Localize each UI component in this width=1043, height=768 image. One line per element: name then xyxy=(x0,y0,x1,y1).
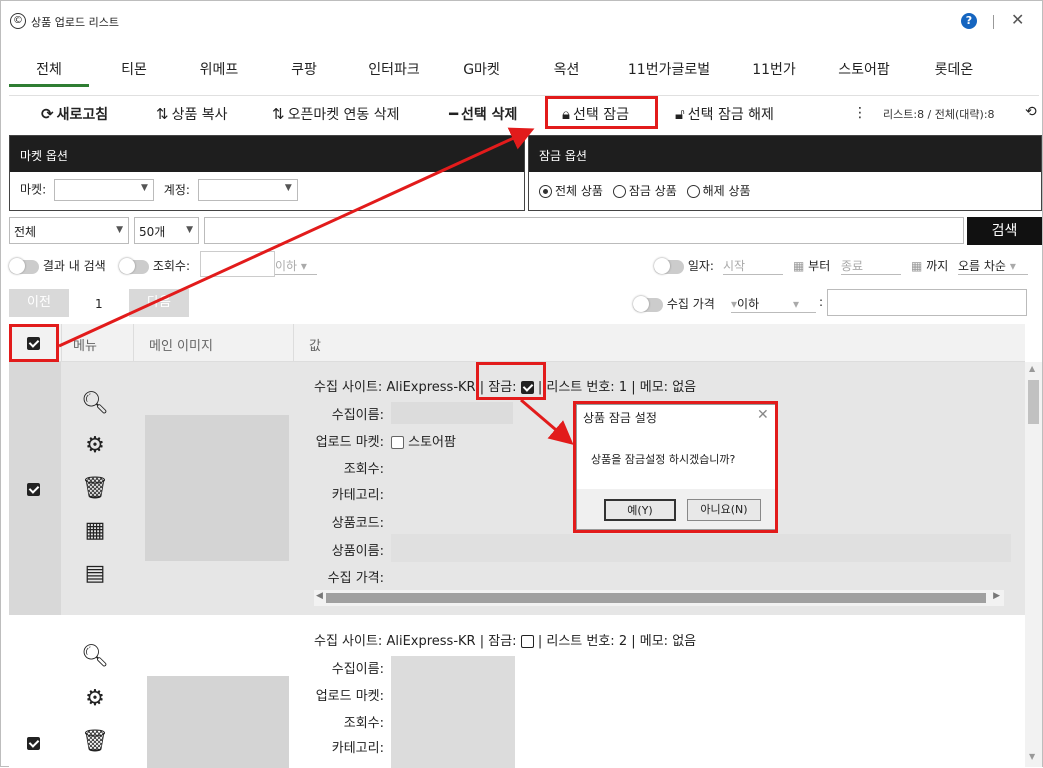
annotation-arrow-to-dialog xyxy=(520,398,574,445)
annotation-arrows xyxy=(58,127,574,445)
annotation-arrow-to-lock-button xyxy=(58,127,535,348)
app-window: © 상품 업로드 리스트 ? ✕ 전체 티몬 위메프 쿠팡 인터파크 G마켓 옥… xyxy=(0,0,1043,768)
